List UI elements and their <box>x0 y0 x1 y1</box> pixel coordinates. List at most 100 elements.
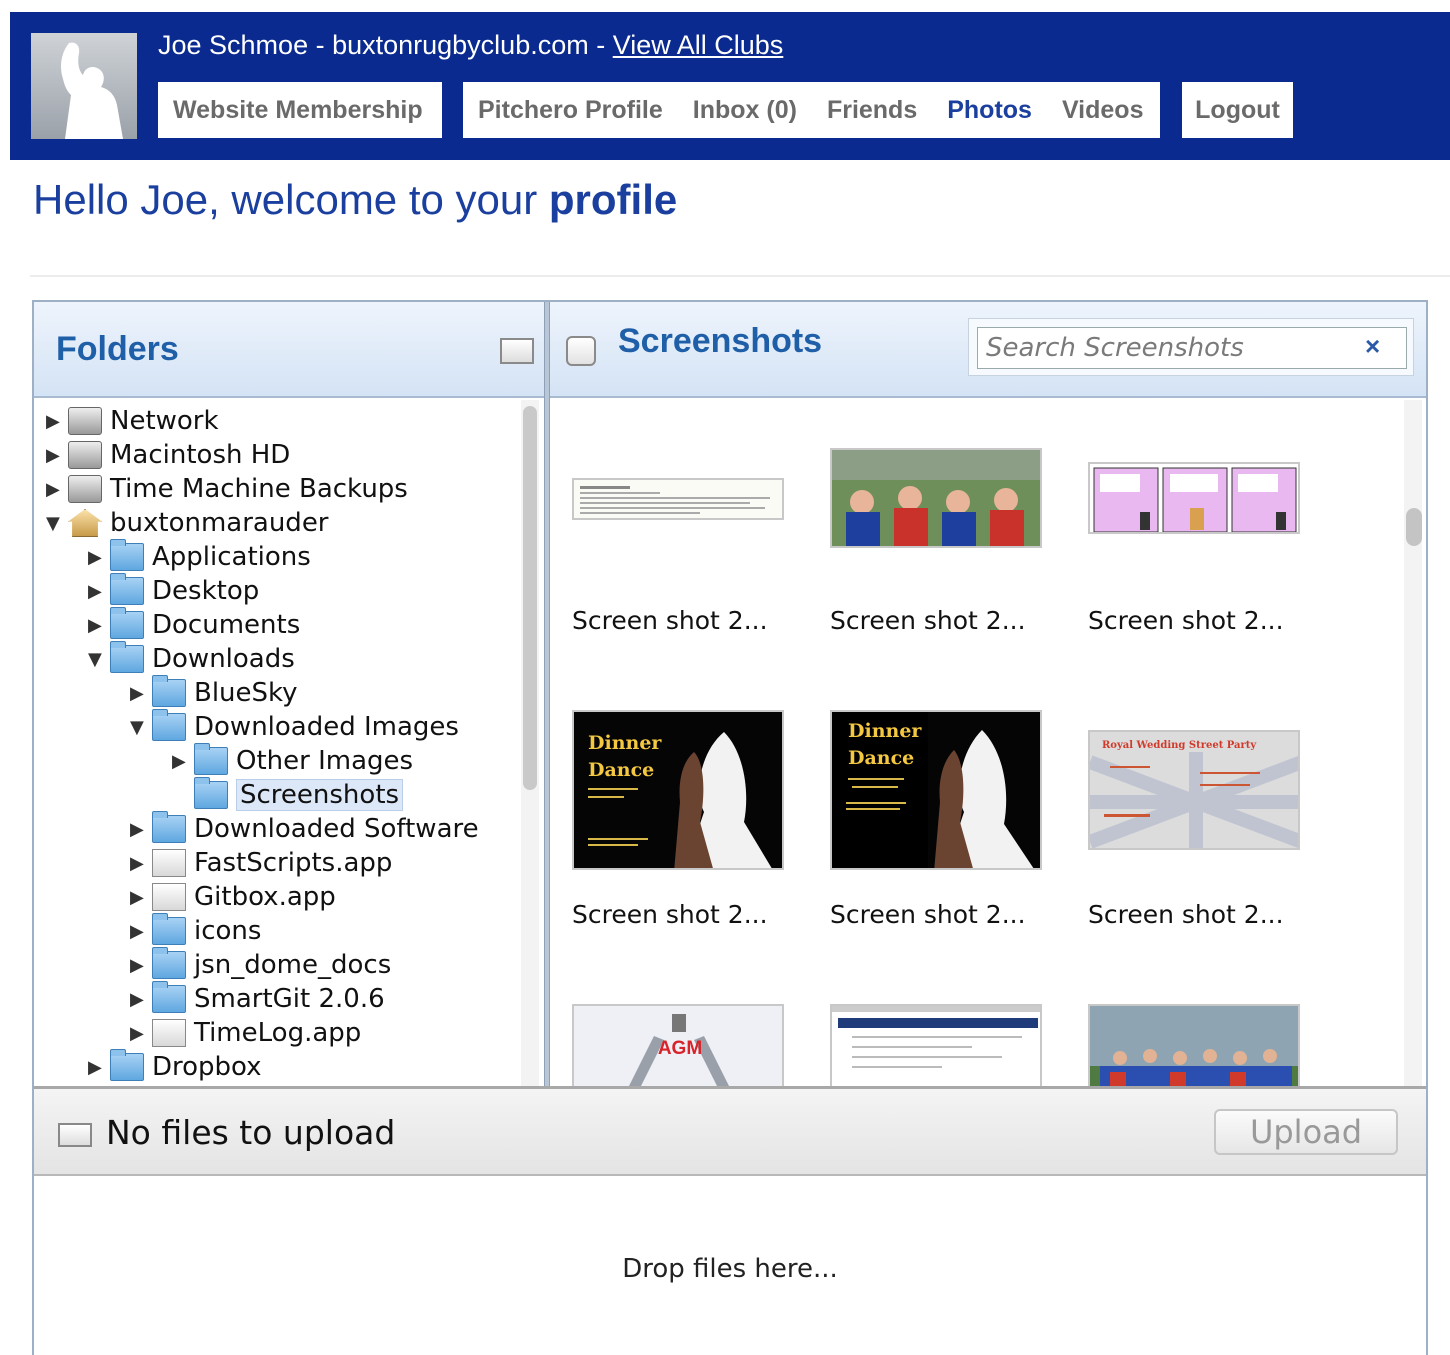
poster-title: Dinner Dance <box>588 732 662 781</box>
nav-friends[interactable]: Friends <box>812 96 932 125</box>
tree-item-downloads[interactable]: ▼ Downloads <box>88 641 295 676</box>
user-site-line: Joe Schmoe - buxtonrugbyclub.com - View … <box>158 30 783 61</box>
clear-search-icon[interactable]: × <box>1365 331 1380 362</box>
tree-item-label-selected: Screenshots <box>236 779 404 811</box>
thumbnail-5[interactable]: Dinner Dance <box>830 710 1042 870</box>
thumbnail-scrollbar[interactable] <box>1404 400 1422 1086</box>
collapse-triangle-icon[interactable]: ▼ <box>130 717 152 738</box>
tree-item-jsn-dome-docs[interactable]: ▶ jsn_dome_docs <box>130 947 391 982</box>
expand-triangle-icon[interactable]: ▶ <box>130 853 152 874</box>
agm-title: AGM <box>657 1038 703 1059</box>
tree-item-buxtonmarauder[interactable]: ▼ buxtonmarauder <box>46 506 329 540</box>
greeting-text: Hello Joe, welcome to your <box>33 176 549 223</box>
nav-inbox[interactable]: Inbox (0) <box>678 96 812 125</box>
flyer-title: Royal Wedding Street Party <box>1102 740 1257 751</box>
expand-triangle-icon[interactable]: ▶ <box>130 955 152 976</box>
search-input[interactable] <box>977 327 1407 369</box>
search-container: × <box>968 318 1414 376</box>
expand-triangle-icon[interactable]: ▶ <box>130 887 152 908</box>
nav-photos[interactable]: Photos <box>932 96 1047 125</box>
thumbnail-2[interactable] <box>830 448 1042 548</box>
tree-item-network[interactable]: ▶ Network <box>46 404 219 438</box>
expand-triangle-icon[interactable]: ▶ <box>88 1057 110 1078</box>
select-all-checkbox[interactable] <box>566 336 596 366</box>
drop-zone[interactable]: Drop files here... <box>34 1176 1426 1355</box>
webpage-thumbnail <box>832 1006 1040 1086</box>
page-title: Hello Joe, welcome to your profile <box>33 176 677 224</box>
expand-triangle-icon[interactable]: ▶ <box>130 1023 152 1044</box>
team-photo-thumbnail <box>1090 1006 1298 1086</box>
tree-item-bluesky[interactable]: ▶ BlueSky <box>130 675 298 710</box>
panel-toggle-icon[interactable] <box>500 338 534 364</box>
tree-item-label: Gitbox.app <box>194 882 336 912</box>
documents-folder-icon <box>110 607 144 639</box>
tree-item-screenshots[interactable]: Screenshots <box>172 777 404 812</box>
tree-item-timelog[interactable]: ▶ TimeLog.app <box>130 1016 361 1050</box>
expand-triangle-icon[interactable]: ▶ <box>88 615 110 636</box>
thumbnail-6[interactable]: Royal Wedding Street Party <box>1088 730 1300 850</box>
view-all-clubs-link[interactable]: View All Clubs <box>613 30 784 60</box>
tree-item-macintosh-hd[interactable]: ▶ Macintosh HD <box>46 438 290 472</box>
tree-item-label: buxtonmarauder <box>110 508 329 538</box>
thumbnail-9[interactable] <box>1088 1004 1300 1086</box>
expand-triangle-icon[interactable]: ▶ <box>88 581 110 602</box>
tree-item-gitbox[interactable]: ▶ Gitbox.app <box>130 880 336 914</box>
thumbnail-caption: Screen shot 2... <box>830 606 1026 635</box>
folders-header: Folders <box>34 302 544 398</box>
thumbnail-1[interactable] <box>572 478 784 520</box>
logout-button[interactable]: Logout <box>1180 96 1295 125</box>
folder-icon <box>152 981 186 1013</box>
folder-title: Screenshots <box>618 322 823 360</box>
thumbnail-3[interactable] <box>1088 462 1300 534</box>
expand-triangle-icon[interactable]: ▶ <box>172 751 194 772</box>
tree-item-time-machine[interactable]: ▶ Time Machine Backups <box>46 472 408 506</box>
folder-icon <box>152 811 186 843</box>
expand-triangle-icon[interactable]: ▶ <box>130 819 152 840</box>
tree-item-desktop[interactable]: ▶ Desktop <box>88 573 259 608</box>
tree-item-label: Downloaded Software <box>194 814 479 844</box>
folder-icon <box>152 913 186 945</box>
thumbnail-7[interactable]: AGM <box>572 1004 784 1086</box>
expand-triangle-icon[interactable]: ▶ <box>46 479 68 500</box>
tree-item-icons[interactable]: ▶ icons <box>130 913 261 948</box>
thumbnail-caption: Screen shot 2... <box>572 606 768 635</box>
expand-triangle-icon[interactable]: ▶ <box>130 989 152 1010</box>
tree-item-applications[interactable]: ▶ Applications <box>88 539 311 574</box>
tree-item-other-images[interactable]: ▶ Other Images <box>172 743 413 778</box>
tree-item-smartgit[interactable]: ▶ SmartGit 2.0.6 <box>130 981 385 1016</box>
screenshots-header: Screenshots × <box>550 302 1426 398</box>
expand-triangle-icon[interactable]: ▶ <box>46 445 68 466</box>
expand-triangle-icon[interactable]: ▶ <box>130 683 152 704</box>
folder-tree: ▶ Network ▶ Macintosh HD ▶ Time Machine Bac… <box>34 400 544 1086</box>
thumbnail-caption: Screen shot 2... <box>572 900 768 929</box>
upload-queue-icon[interactable] <box>58 1123 92 1147</box>
time-machine-icon <box>68 475 102 503</box>
thumbnail-8[interactable] <box>830 1004 1042 1086</box>
thumbnail-4[interactable]: Dinner Dance <box>572 710 784 870</box>
expand-triangle-icon[interactable]: ▶ <box>130 921 152 942</box>
nav-videos[interactable]: Videos <box>1047 96 1159 125</box>
folder-scrollbar[interactable] <box>521 400 539 1086</box>
tree-item-fastscripts[interactable]: ▶ FastScripts.app <box>130 846 392 880</box>
collapse-triangle-icon[interactable]: ▼ <box>88 649 110 670</box>
upload-button[interactable]: Upload <box>1214 1109 1398 1155</box>
home-icon <box>68 509 102 537</box>
tree-item-label: Downloaded Images <box>194 712 459 742</box>
tree-item-dropbox[interactable]: ▶ Dropbox <box>88 1049 262 1084</box>
network-icon <box>68 407 102 435</box>
avatar[interactable] <box>31 33 137 139</box>
expand-triangle-icon[interactable]: ▶ <box>88 547 110 568</box>
expand-triangle-icon[interactable]: ▶ <box>46 411 68 432</box>
tree-item-downloaded-images[interactable]: ▼ Downloaded Images <box>130 709 459 744</box>
membership-nav: Website Membership <box>158 82 442 138</box>
thumbnail-caption: Screen shot 2... <box>830 900 1026 929</box>
tree-item-documents[interactable]: ▶ Documents <box>88 607 300 642</box>
scroll-thumb[interactable] <box>1406 508 1422 546</box>
tree-item-downloaded-software[interactable]: ▶ Downloaded Software <box>130 811 479 846</box>
user-site-text: Joe Schmoe - buxtonrugbyclub.com - <box>158 30 613 60</box>
collapse-triangle-icon[interactable]: ▼ <box>46 513 68 534</box>
nav-pitchero-profile[interactable]: Pitchero Profile <box>463 96 678 125</box>
nav-website-membership[interactable]: Website Membership <box>158 96 438 125</box>
scroll-thumb[interactable] <box>523 406 537 790</box>
folder-icon <box>152 675 186 707</box>
